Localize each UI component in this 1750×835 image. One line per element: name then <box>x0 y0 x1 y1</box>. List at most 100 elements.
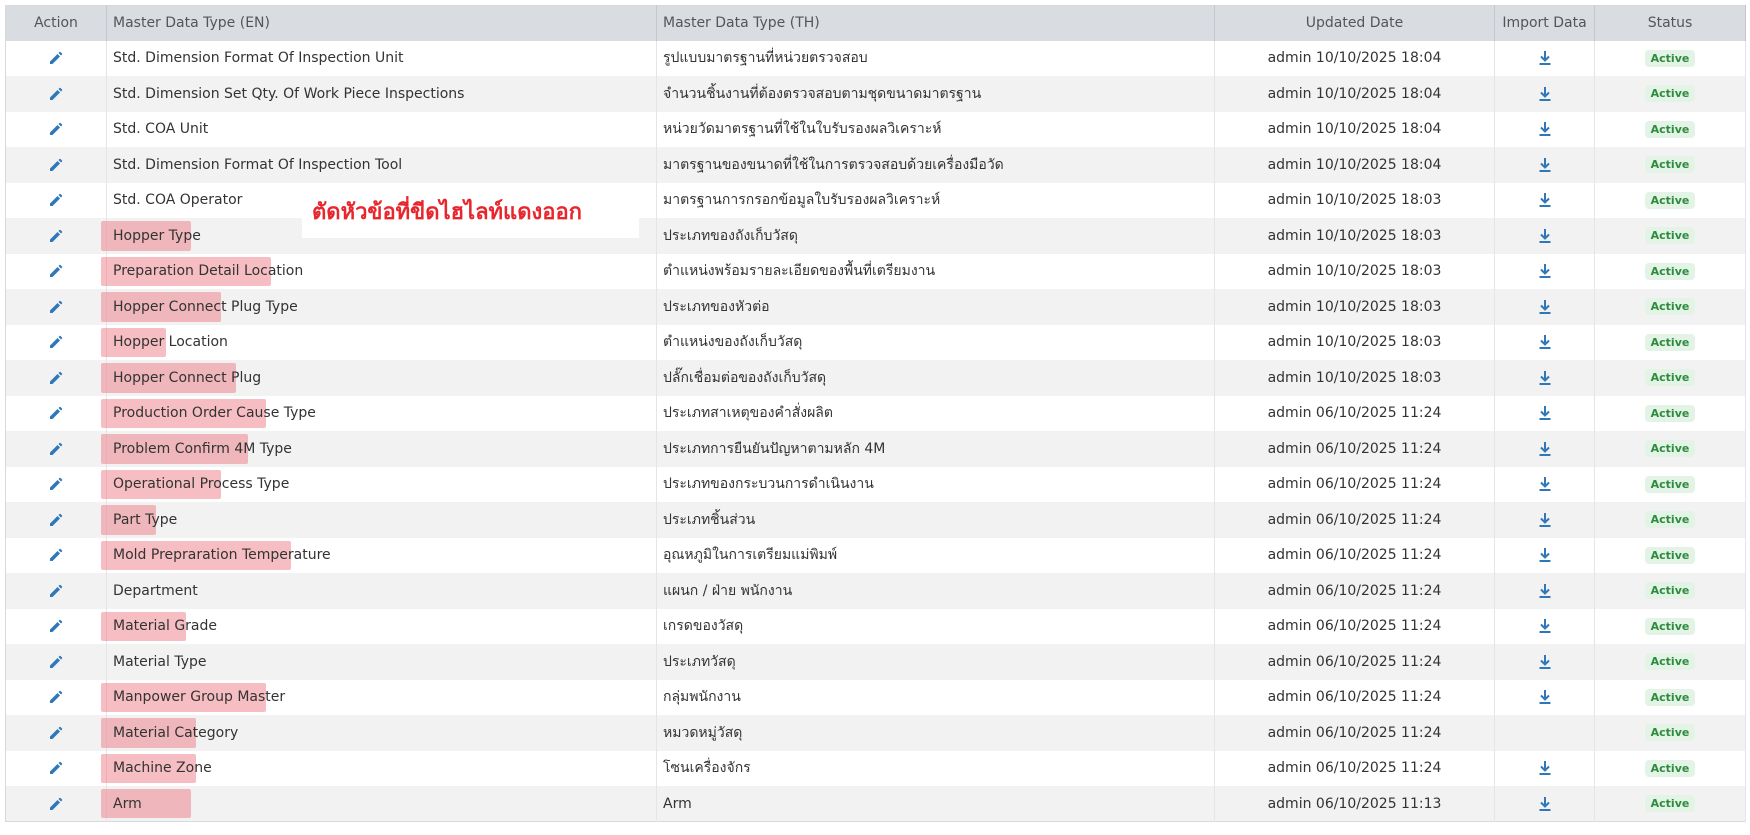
master-data-type-en-text: Material Grade <box>113 618 218 635</box>
master-data-type-th-cell: จำนวนชิ้นงานที่ต้องตรวจสอบตามชุดขนาดมาตร… <box>656 76 1215 112</box>
download-icon[interactable] <box>1537 298 1553 316</box>
download-icon[interactable] <box>1537 617 1553 635</box>
status-cell: Active <box>1594 360 1746 396</box>
header-master-data-type-th[interactable]: Master Data Type (TH) <box>656 5 1215 41</box>
updated-date-cell: admin 06/10/2025 11:24 <box>1214 502 1495 538</box>
import-data-cell <box>1494 608 1595 644</box>
updated-date-cell: admin 06/10/2025 11:24 <box>1214 395 1495 431</box>
edit-pencil-icon[interactable] <box>48 50 64 66</box>
master-data-type-en-text: Std. Dimension Format Of Inspection Unit <box>113 50 404 67</box>
table-row: Std. Dimension Format Of Inspection Unit… <box>5 40 1746 76</box>
status-badge: Active <box>1644 582 1696 600</box>
status-cell: Active <box>1594 147 1746 183</box>
updated-date-cell: admin 10/10/2025 18:04 <box>1214 76 1495 112</box>
edit-pencil-icon[interactable] <box>48 299 64 315</box>
download-icon[interactable] <box>1537 404 1553 422</box>
download-icon[interactable] <box>1537 262 1553 280</box>
updated-date-cell: admin 10/10/2025 18:03 <box>1214 182 1495 218</box>
header-master-data-type-en[interactable]: Master Data Type (EN) <box>106 5 657 41</box>
table-row: Std. Dimension Set Qty. Of Work Piece In… <box>5 76 1746 112</box>
status-cell: Active <box>1594 750 1746 786</box>
action-cell <box>5 324 107 360</box>
master-data-type-en-text: Operational Process Type <box>113 476 290 493</box>
table-row: Operational Process Type ประเภทของกระบวนก… <box>5 466 1746 502</box>
download-icon[interactable] <box>1537 795 1553 813</box>
edit-pencil-icon[interactable] <box>48 512 64 528</box>
action-cell <box>5 395 107 431</box>
master-data-type-th-cell: โซนเครื่องจักร <box>656 750 1215 786</box>
status-badge: Active <box>1644 475 1696 493</box>
status-cell: Active <box>1594 111 1746 147</box>
edit-pencil-icon[interactable] <box>48 618 64 634</box>
edit-pencil-icon[interactable] <box>48 654 64 670</box>
master-data-type-en-text: Std. Dimension Format Of Inspection Tool <box>113 156 403 173</box>
updated-date-cell: admin 10/10/2025 18:04 <box>1214 40 1495 76</box>
download-icon[interactable] <box>1537 653 1553 671</box>
download-icon[interactable] <box>1537 333 1553 351</box>
status-badge: Active <box>1644 546 1696 564</box>
master-data-type-en-text: Hopper Connect Plug Type <box>113 298 298 315</box>
import-data-cell <box>1494 76 1595 112</box>
master-data-type-en-cell: Material Category <box>101 715 657 751</box>
status-cell: Active <box>1594 182 1746 218</box>
master-data-type-en-cell: Hopper Connect Plug <box>101 360 657 396</box>
edit-pencil-icon[interactable] <box>48 760 64 776</box>
master-data-type-th-cell: ประเภทของหัวต่อ <box>656 289 1215 325</box>
edit-pencil-icon[interactable] <box>48 725 64 741</box>
updated-date-cell: admin 06/10/2025 11:24 <box>1214 466 1495 502</box>
header-status[interactable]: Status <box>1594 5 1746 41</box>
edit-pencil-icon[interactable] <box>48 476 64 492</box>
edit-pencil-icon[interactable] <box>48 370 64 386</box>
action-cell <box>5 466 107 502</box>
master-data-type-en-cell: Part Type <box>101 502 657 538</box>
master-data-type-en-text: Std. COA Operator <box>113 192 243 209</box>
edit-pencil-icon[interactable] <box>48 583 64 599</box>
master-data-type-th-cell: ตำแหน่งพร้อมรายละเอียดของพื้นที่เตรียมงา… <box>656 253 1215 289</box>
edit-pencil-icon[interactable] <box>48 405 64 421</box>
edit-pencil-icon[interactable] <box>48 157 64 173</box>
action-cell <box>5 573 107 609</box>
import-data-cell <box>1494 182 1595 218</box>
edit-pencil-icon[interactable] <box>48 334 64 350</box>
status-cell: Active <box>1594 431 1746 467</box>
table-row: Hopper Connect Plug ปลั๊กเชื่อมต่อของถังเ… <box>5 360 1746 396</box>
master-data-type-th-cell: เกรดของวัสดุ <box>656 608 1215 644</box>
download-icon[interactable] <box>1537 582 1553 600</box>
edit-pencil-icon[interactable] <box>48 689 64 705</box>
status-badge: Active <box>1644 440 1696 458</box>
edit-pencil-icon[interactable] <box>48 441 64 457</box>
download-icon[interactable] <box>1537 85 1553 103</box>
download-icon[interactable] <box>1537 369 1553 387</box>
edit-pencil-icon[interactable] <box>48 263 64 279</box>
status-cell: Active <box>1594 502 1746 538</box>
status-cell: Active <box>1594 644 1746 680</box>
edit-pencil-icon[interactable] <box>48 796 64 812</box>
header-action[interactable]: Action <box>5 5 107 41</box>
download-icon[interactable] <box>1537 49 1553 67</box>
status-badge: Active <box>1644 156 1696 174</box>
download-icon[interactable] <box>1537 688 1553 706</box>
download-icon[interactable] <box>1537 120 1553 138</box>
master-data-type-th-cell: ประเภทของถังเก็บวัสดุ <box>656 218 1215 254</box>
edit-pencil-icon[interactable] <box>48 547 64 563</box>
updated-date-cell: admin 06/10/2025 11:24 <box>1214 573 1495 609</box>
master-data-type-en-text: Std. COA Unit <box>113 121 209 138</box>
download-icon[interactable] <box>1537 475 1553 493</box>
table-row: Std. COA Operator มาตรฐานการกรอกข้อมูลใบร… <box>5 182 1746 218</box>
download-icon[interactable] <box>1537 191 1553 209</box>
download-icon[interactable] <box>1537 227 1553 245</box>
status-badge: Active <box>1644 262 1696 280</box>
download-icon[interactable] <box>1537 156 1553 174</box>
action-cell <box>5 76 107 112</box>
download-icon[interactable] <box>1537 440 1553 458</box>
header-updated-date[interactable]: Updated Date <box>1214 5 1495 41</box>
edit-pencil-icon[interactable] <box>48 121 64 137</box>
edit-pencil-icon[interactable] <box>48 228 64 244</box>
edit-pencil-icon[interactable] <box>48 192 64 208</box>
download-icon[interactable] <box>1537 546 1553 564</box>
edit-pencil-icon[interactable] <box>48 86 64 102</box>
download-icon[interactable] <box>1537 511 1553 529</box>
master-data-type-en-cell: Manpower Group Master <box>101 679 657 715</box>
header-import-data[interactable]: Import Data <box>1494 5 1595 41</box>
download-icon[interactable] <box>1537 759 1553 777</box>
